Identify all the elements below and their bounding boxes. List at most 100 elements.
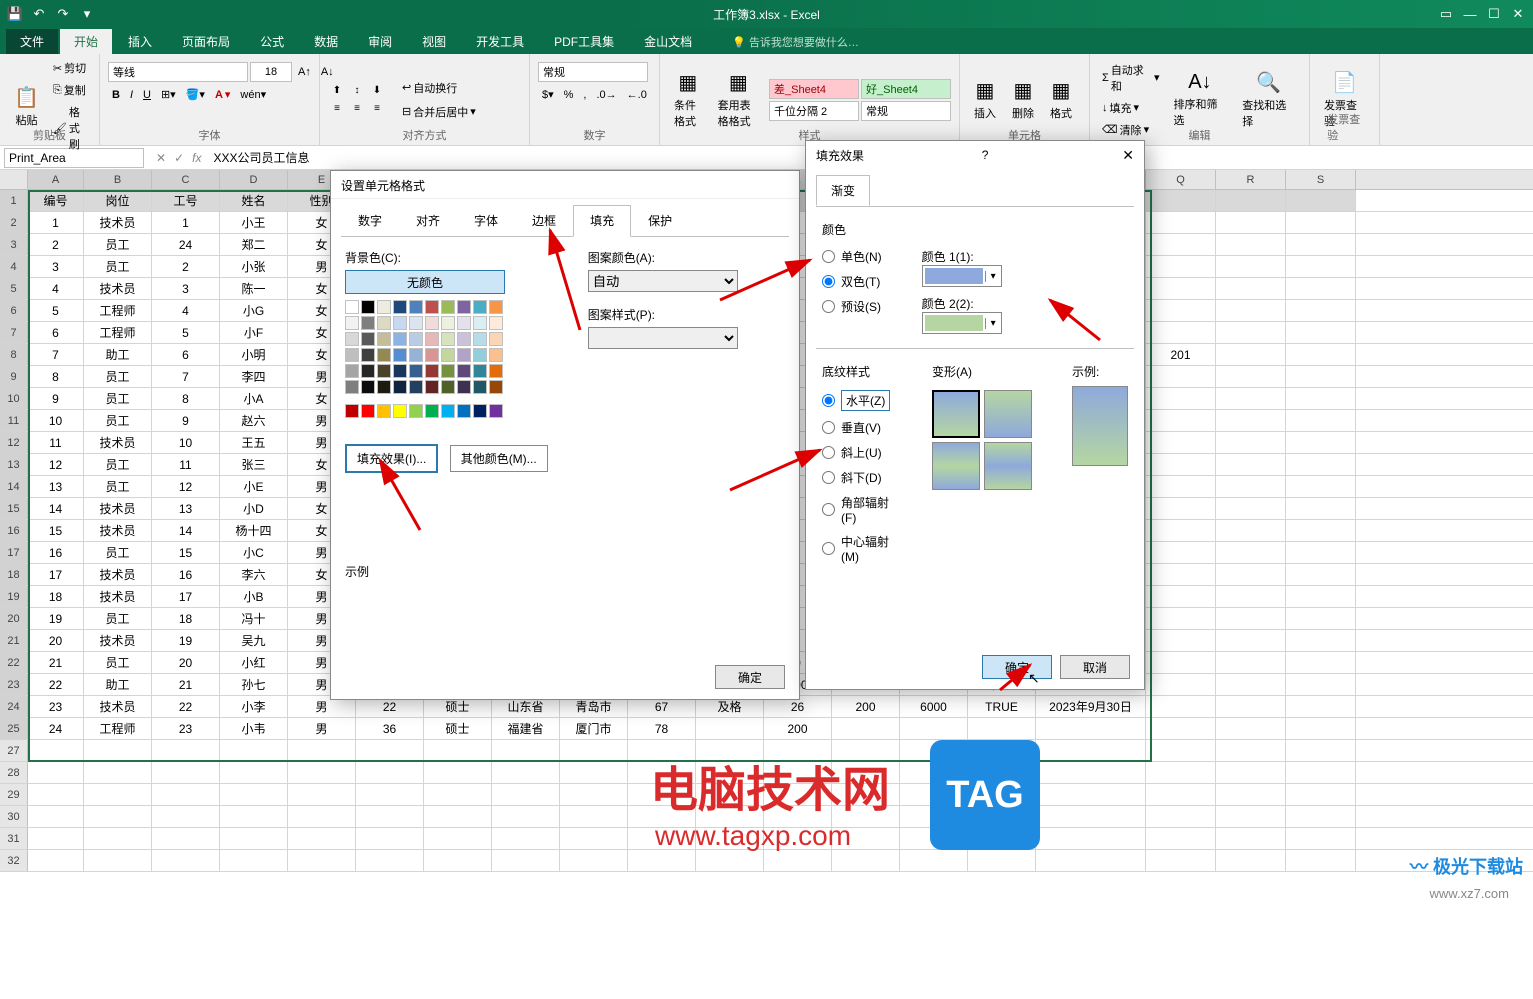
dlg1-tab-number[interactable]: 数字	[341, 205, 399, 236]
cell[interactable]	[628, 850, 696, 871]
color-swatch[interactable]	[473, 348, 487, 362]
cell[interactable]: 工号	[152, 190, 220, 211]
color-swatch[interactable]	[441, 316, 455, 330]
variant-1[interactable]	[932, 390, 980, 438]
cell[interactable]	[288, 806, 356, 827]
cell[interactable]	[1146, 806, 1216, 827]
cell[interactable]	[1146, 542, 1216, 563]
color-swatch[interactable]	[425, 364, 439, 378]
tab-view[interactable]: 视图	[408, 29, 460, 54]
cell[interactable]	[424, 806, 492, 827]
cell[interactable]	[84, 784, 152, 805]
cond-format-button[interactable]: ▦条件格式	[668, 68, 708, 131]
cell[interactable]	[1146, 234, 1216, 255]
color-swatch[interactable]	[425, 404, 439, 418]
color-swatch[interactable]	[377, 380, 391, 394]
row-header[interactable]: 22	[0, 652, 28, 673]
cell[interactable]	[1146, 762, 1216, 783]
cell[interactable]: 12	[152, 476, 220, 497]
cell[interactable]	[1146, 256, 1216, 277]
cell[interactable]: 工程师	[84, 300, 152, 321]
row-header[interactable]: 3	[0, 234, 28, 255]
cell[interactable]	[1216, 388, 1286, 409]
cell[interactable]: 4	[28, 278, 84, 299]
cell[interactable]	[1216, 828, 1286, 849]
color-swatch[interactable]	[473, 332, 487, 346]
color-swatch[interactable]	[489, 348, 503, 362]
cell[interactable]: 员工	[84, 652, 152, 673]
color-swatch[interactable]	[457, 380, 471, 394]
color-swatch[interactable]	[473, 300, 487, 314]
cell[interactable]: 岗位	[84, 190, 152, 211]
color-swatch[interactable]	[425, 332, 439, 346]
cell[interactable]	[1286, 322, 1356, 343]
number-format-select[interactable]	[538, 62, 648, 82]
dlg1-tab-fill[interactable]: 填充	[573, 205, 631, 237]
row-header[interactable]: 5	[0, 278, 28, 299]
row-header[interactable]: 25	[0, 718, 28, 739]
cell[interactable]: 7	[28, 344, 84, 365]
col-header[interactable]: A	[28, 170, 84, 189]
cell[interactable]	[1286, 366, 1356, 387]
color-swatch[interactable]	[441, 348, 455, 362]
row-header[interactable]: 21	[0, 630, 28, 651]
sort-filter-button[interactable]: A↓排序和筛选	[1168, 69, 1233, 130]
row-header[interactable]: 6	[0, 300, 28, 321]
style-bad[interactable]: 差_Sheet4	[769, 79, 859, 99]
preset-radio[interactable]	[822, 300, 835, 313]
cell[interactable]	[696, 850, 764, 871]
cell[interactable]	[1146, 564, 1216, 585]
color-swatch[interactable]	[489, 380, 503, 394]
font-size-select[interactable]	[250, 62, 292, 82]
cell[interactable]: 硕士	[424, 718, 492, 739]
cell[interactable]	[1216, 674, 1286, 695]
cell[interactable]	[1216, 234, 1286, 255]
cell[interactable]	[1216, 344, 1286, 365]
cell[interactable]	[1286, 696, 1356, 717]
cell[interactable]	[84, 762, 152, 783]
cell[interactable]: 11	[28, 432, 84, 453]
color-swatch[interactable]	[393, 404, 407, 418]
cell[interactable]	[1146, 608, 1216, 629]
cell[interactable]: 小张	[220, 256, 288, 277]
wrap-text-button[interactable]: ↩ 自动换行	[398, 78, 480, 98]
color-swatch[interactable]	[361, 380, 375, 394]
dlg1-ok-button[interactable]: 确定	[715, 665, 785, 689]
clear-button[interactable]: ⌫ 清除▾	[1098, 120, 1164, 140]
cell[interactable]	[492, 762, 560, 783]
row-header[interactable]: 31	[0, 828, 28, 849]
corner-radio[interactable]	[822, 503, 835, 516]
cell[interactable]	[1286, 278, 1356, 299]
no-color-button[interactable]: 无颜色	[345, 270, 505, 294]
cell[interactable]	[1286, 740, 1356, 761]
cell[interactable]	[1286, 344, 1356, 365]
cell[interactable]	[28, 762, 84, 783]
cell[interactable]	[1146, 520, 1216, 541]
cell[interactable]	[1286, 498, 1356, 519]
cell[interactable]	[1286, 608, 1356, 629]
cell[interactable]	[1216, 256, 1286, 277]
cell[interactable]	[424, 850, 492, 871]
cell[interactable]: 201	[1146, 344, 1216, 365]
cell[interactable]	[1216, 498, 1286, 519]
cell[interactable]	[152, 762, 220, 783]
minimize-icon[interactable]: —	[1459, 3, 1481, 25]
cell[interactable]: 员工	[84, 366, 152, 387]
tab-review[interactable]: 审阅	[354, 29, 406, 54]
dlg1-tab-protect[interactable]: 保护	[631, 205, 689, 236]
cell[interactable]	[1216, 454, 1286, 475]
fb-fx-icon[interactable]: fx	[192, 151, 201, 165]
cell[interactable]: 冯十	[220, 608, 288, 629]
color-swatch[interactable]	[377, 348, 391, 362]
cell[interactable]: 12	[28, 454, 84, 475]
font-color-button[interactable]: A▾	[211, 86, 234, 103]
cell[interactable]	[492, 806, 560, 827]
row-header[interactable]: 8	[0, 344, 28, 365]
cell[interactable]: 4	[152, 300, 220, 321]
cell[interactable]	[28, 850, 84, 871]
cell[interactable]: 78	[628, 718, 696, 739]
cell[interactable]: 18	[28, 586, 84, 607]
italic-button[interactable]: I	[126, 87, 137, 103]
cell[interactable]: 李六	[220, 564, 288, 585]
cell[interactable]	[1216, 718, 1286, 739]
